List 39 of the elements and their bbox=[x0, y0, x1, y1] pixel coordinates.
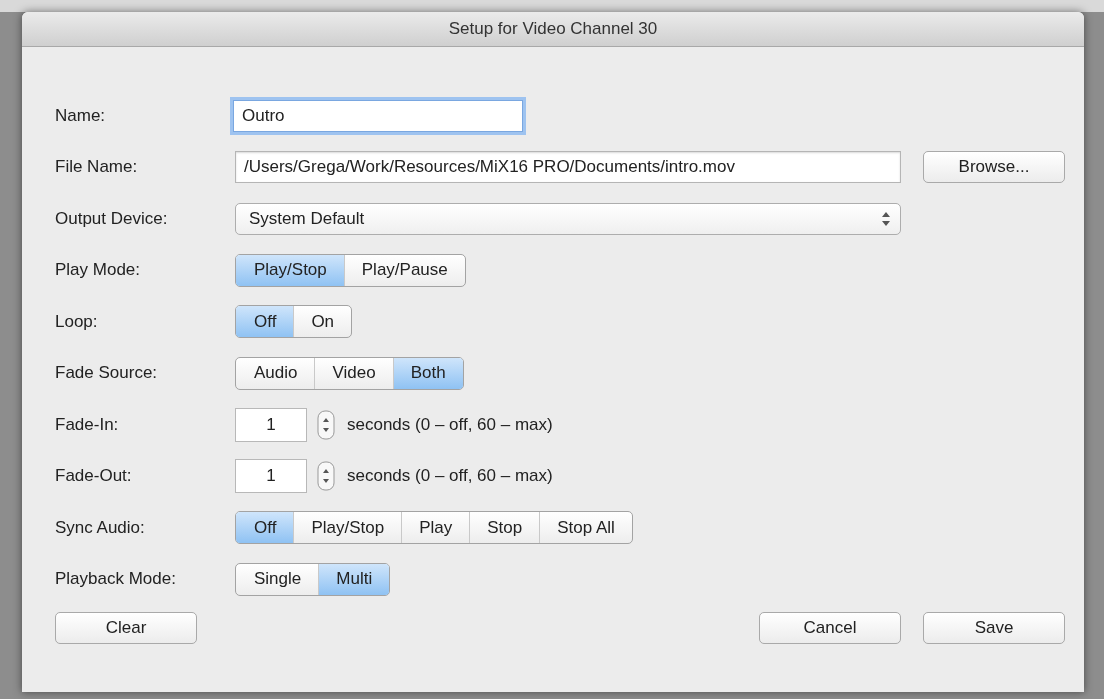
segment-button[interactable]: Stop All bbox=[539, 512, 632, 544]
seconds-hint: seconds (0 – off, 60 – max) bbox=[347, 414, 553, 435]
seconds-field[interactable]: 1 bbox=[235, 459, 307, 494]
segment-button[interactable]: On bbox=[293, 306, 352, 338]
segment-button[interactable]: Play bbox=[401, 512, 470, 544]
field-label: Play Mode: bbox=[55, 260, 142, 281]
field-label: Fade-In: bbox=[55, 414, 120, 435]
field-label: Fade-Out: bbox=[55, 466, 133, 487]
stepper-icon[interactable] bbox=[317, 409, 335, 440]
chevron-updown-icon bbox=[882, 211, 890, 226]
field-label: Sync Audio: bbox=[55, 517, 146, 538]
output-device-dropdown[interactable]: System Default bbox=[235, 202, 901, 235]
field-label: Name: bbox=[55, 105, 107, 126]
segment-button[interactable]: Play/Stop bbox=[293, 512, 402, 544]
segment-button[interactable]: Audio bbox=[236, 357, 315, 389]
file-path-field[interactable]: /Users/Grega/Work/Resources/MiX16 PRO/Documents/intro.mov bbox=[235, 151, 901, 184]
segment-button[interactable]: Single bbox=[236, 563, 319, 595]
field-label: Playback Mode: bbox=[55, 569, 177, 590]
dialog-button[interactable]: Cancel bbox=[759, 612, 901, 644]
segment-button[interactable]: Video bbox=[314, 357, 393, 389]
seconds-field[interactable]: 1 bbox=[235, 407, 307, 442]
segment-button[interactable]: Off bbox=[236, 512, 294, 544]
segment-button[interactable]: Multi bbox=[318, 563, 390, 595]
dialog-button[interactable]: Save bbox=[923, 612, 1065, 644]
name-field[interactable]: Outro bbox=[233, 99, 523, 132]
stepper-icon[interactable] bbox=[317, 461, 335, 492]
field-label: Output Device: bbox=[55, 208, 169, 229]
segment-button[interactable]: Off bbox=[236, 306, 294, 338]
segment-button[interactable]: Stop bbox=[469, 512, 540, 544]
field-label: File Name: bbox=[55, 157, 139, 178]
clear-button[interactable]: Clear bbox=[55, 612, 197, 644]
segment-button[interactable]: Play/Pause bbox=[343, 254, 465, 286]
field-label: Fade Source: bbox=[55, 363, 159, 384]
segment-button[interactable]: Play/Stop bbox=[236, 254, 344, 286]
segment-button[interactable]: Both bbox=[392, 357, 463, 389]
window-title: Setup for Video Channel 30 bbox=[448, 19, 658, 39]
seconds-hint: seconds (0 – off, 60 – max) bbox=[347, 466, 553, 487]
browse-button[interactable]: Browse... bbox=[923, 151, 1065, 184]
field-label: Loop: bbox=[55, 311, 99, 332]
